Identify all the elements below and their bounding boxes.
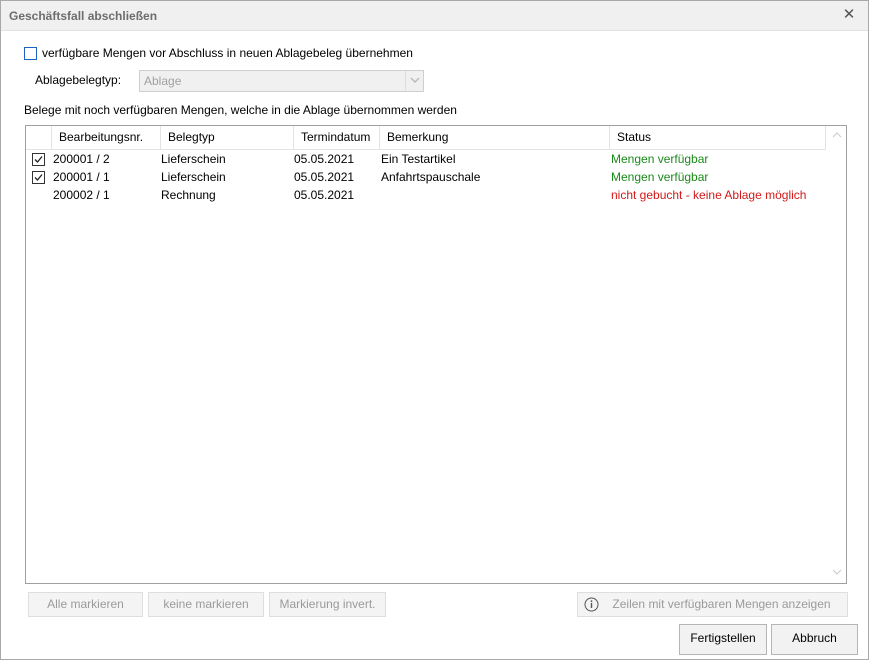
header-belegtyp[interactable]: Belegtyp [161,126,294,149]
ablage-type-label: Ablagebelegtyp: [35,73,122,87]
mark-all-button[interactable]: Alle markieren [28,592,143,617]
table-row[interactable]: 200002 / 1 Rechnung 05.05.2021 nicht geb… [26,186,826,204]
cell-status: Mengen verfügbar [611,170,709,184]
chevron-down-icon[interactable] [405,71,423,91]
cell-datum: 05.05.2021 [294,152,355,166]
grid-header: Bearbeitungsnr. Belegtyp Termindatum Bem… [26,126,826,150]
table-row[interactable]: 200001 / 1 Lieferschein 05.05.2021 Anfah… [26,168,826,186]
ablage-type-value: Ablage [144,74,182,88]
documents-grid[interactable]: Bearbeitungsnr. Belegtyp Termindatum Bem… [25,125,847,584]
cancel-button[interactable]: Abbruch [771,624,858,655]
header-check-column [26,126,52,149]
ablage-type-select[interactable]: Ablage [139,70,424,92]
transfer-checkbox[interactable] [24,47,37,60]
mark-none-button[interactable]: keine markieren [148,592,264,617]
scroll-down-icon[interactable] [831,567,843,577]
cell-nr: 200001 / 2 [53,152,110,166]
cell-typ: Rechnung [161,188,216,202]
cell-nr: 200002 / 1 [53,188,110,202]
header-termindatum[interactable]: Termindatum [294,126,380,149]
grid-caption: Belege mit noch verfügbaren Mengen, welc… [24,103,457,117]
row-checkbox[interactable] [32,153,45,166]
scroll-up-icon[interactable] [831,130,843,140]
cell-datum: 05.05.2021 [294,170,355,184]
cell-status: nicht gebucht - keine Ablage möglich [611,188,807,202]
row-checkbox[interactable] [32,171,45,184]
checkmark-icon [34,174,43,181]
cell-bemerkung: Ein Testartikel [381,152,456,166]
vertical-scrollbar[interactable] [828,126,846,583]
title-bar: Geschäftsfall abschließen ✕ [1,1,868,31]
dialog-title: Geschäftsfall abschließen [9,9,158,23]
info-icon [584,597,599,612]
close-icon[interactable]: ✕ [840,6,858,24]
show-available-rows-button[interactable]: Zeilen mit verfügbaren Mengen anzeigen [577,592,848,617]
transfer-checkbox-label[interactable]: verfügbare Mengen vor Abschluss in neuen… [42,46,413,60]
table-row[interactable]: 200001 / 2 Lieferschein 05.05.2021 Ein T… [26,150,826,168]
cell-typ: Lieferschein [161,170,226,184]
invert-marking-button[interactable]: Markierung invert. [269,592,386,617]
cell-bemerkung: Anfahrtspauschale [381,170,481,184]
checkmark-icon [34,156,43,163]
cell-nr: 200001 / 1 [53,170,110,184]
cell-typ: Lieferschein [161,152,226,166]
header-status[interactable]: Status [610,126,826,149]
dialog-window: Geschäftsfall abschließen ✕ verfügbare M… [0,0,869,660]
header-bearbeitungsnr[interactable]: Bearbeitungsnr. [52,126,161,149]
show-available-rows-label: Zeilen mit verfügbaren Mengen anzeigen [612,597,831,611]
cell-status: Mengen verfügbar [611,152,709,166]
cell-datum: 05.05.2021 [294,188,355,202]
finish-button[interactable]: Fertigstellen [679,624,767,655]
header-bemerkung[interactable]: Bemerkung [380,126,610,149]
